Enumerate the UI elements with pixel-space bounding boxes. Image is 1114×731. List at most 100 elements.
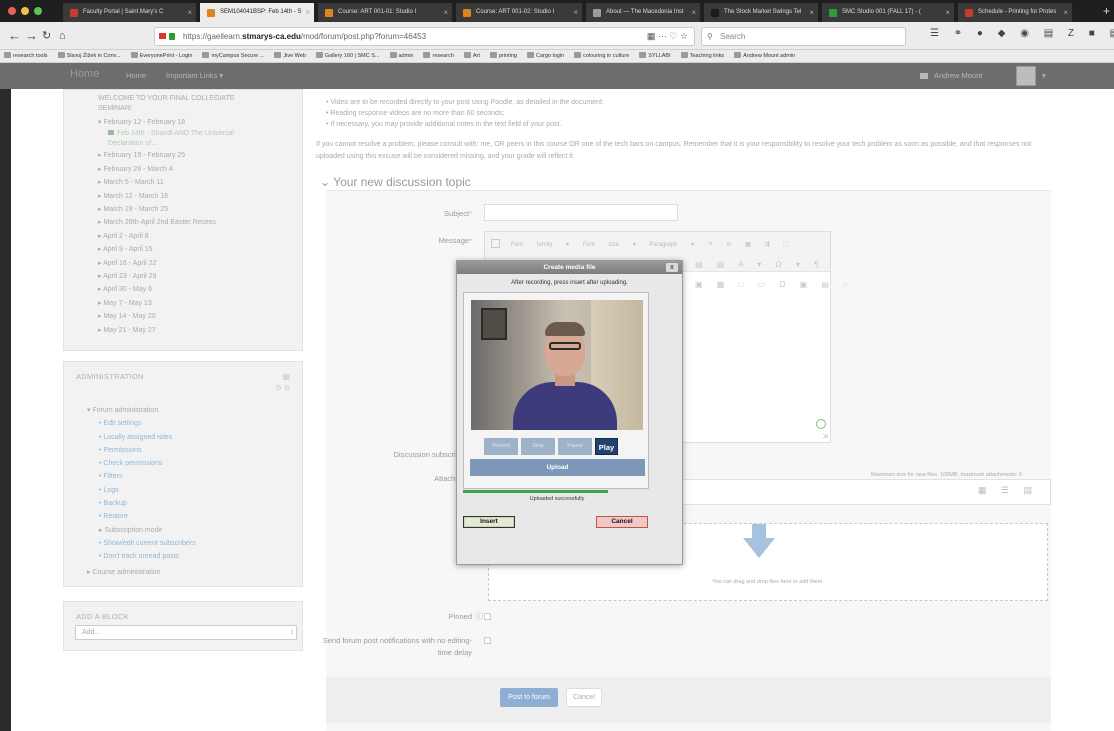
record-button[interactable]: Record — [484, 438, 518, 455]
admin-link[interactable]: • Restore — [87, 510, 287, 523]
block-actions-gear-icon[interactable]: ⚙ ⚙ — [276, 384, 291, 392]
pause-button[interactable]: Pause — [558, 438, 592, 455]
sidebar-item-week[interactable]: ▸ April 16 - April 22 — [86, 257, 286, 270]
nav-important-links[interactable]: Important Links ▾ — [166, 71, 223, 80]
sidebar-item-week[interactable]: ▸ May 14 - May 20 — [86, 310, 286, 323]
upload-button[interactable]: Upload — [470, 459, 645, 476]
tab-close-icon[interactable]: × — [187, 3, 192, 22]
help-icon[interactable]: ⓘ — [475, 611, 483, 622]
paragraph-select[interactable]: Paragraph — [649, 242, 677, 248]
url-bar[interactable]: https://gaellearn.stmarys-ca.edu/mod/for… — [154, 27, 695, 46]
bookmark-item[interactable]: printing — [489, 50, 517, 62]
bookmark-item[interactable]: Gallery 160 | SMC S... — [315, 50, 380, 62]
user-name[interactable]: Andrew Mount — [934, 71, 982, 80]
editor-toolbar-row2[interactable]: ▤ ▤ A ▾ Ω ▾ ¶ — [695, 258, 824, 272]
new-tab-button[interactable]: + — [1103, 3, 1110, 19]
admin-course-administration[interactable]: ▸ Course administration — [87, 566, 287, 579]
browser-tab[interactable]: Course: ART 001-02: Studio I × — [456, 3, 583, 22]
sidebar-item-current-forum[interactable]: Feb 14th - Shandi AND The Universal Decl… — [86, 129, 256, 149]
bookmark-item[interactable]: colouring in culture — [574, 50, 629, 62]
font-size-select[interactable]: Font size — [583, 242, 619, 248]
dialog-cancel-button[interactable]: Cancel — [596, 516, 648, 528]
notify-checkbox[interactable] — [484, 637, 491, 644]
resize-handle-icon[interactable]: ⇲ — [822, 432, 828, 440]
admin-link[interactable]: • Logs — [87, 484, 287, 497]
back-arrow-icon[interactable]: ← — [8, 28, 21, 44]
sidebar-item-week[interactable]: ▸ April 30 - May 6 — [86, 283, 286, 296]
tab-close-icon[interactable]: × — [809, 3, 814, 22]
toolbar-toggle-icon[interactable] — [491, 239, 500, 248]
sidebar-item-week[interactable]: ▸ February 19 - February 25 — [86, 149, 286, 162]
bookmark-item[interactable]: Andrew Mount admin — [734, 50, 795, 62]
dialog-close-button[interactable]: x — [666, 263, 678, 272]
browser-tab[interactable]: Faculty Portal | Saint Mary's C × — [63, 3, 197, 22]
nav-home-link[interactable]: Home — [126, 71, 146, 80]
admin-link[interactable]: • Permissions — [87, 444, 287, 457]
font-family-select[interactable]: Font family — [511, 242, 552, 248]
message-icon[interactable] — [920, 73, 928, 79]
minimize-window-dot[interactable] — [21, 7, 29, 15]
admin-link[interactable]: • Locally assigned roles — [87, 431, 287, 444]
browser-tab[interactable]: Schedule - Printing for Protes × — [958, 3, 1073, 22]
add-block-select[interactable]: Add... ↕ — [75, 625, 297, 640]
sidebar-item-week[interactable]: ▸ March 19 - March 25 — [86, 203, 286, 216]
bookmark-item[interactable]: Cargo login — [526, 50, 564, 62]
sidebar-item-current-week[interactable]: ▾ February 12 - February 18 — [86, 116, 286, 129]
site-brand[interactable]: Home — [70, 68, 99, 80]
bookmark-item[interactable]: Slavoj Žižek in Conv... — [57, 50, 121, 62]
browser-tab[interactable]: About — The Macedonia Inst × — [586, 3, 701, 22]
tab-close-icon[interactable]: × — [443, 3, 448, 22]
maximize-window-dot[interactable] — [34, 7, 42, 15]
tab-close-icon[interactable]: × — [691, 3, 696, 22]
extension-icons[interactable]: ☰ ⚭ ● ◆ ◉ ▤ Z ■ ▤ ≡ — [930, 28, 1114, 39]
stop-button[interactable]: Stop — [521, 438, 555, 455]
lock-icon[interactable] — [169, 33, 175, 40]
sidebar-item-week[interactable]: ▸ April 2 - April 8 — [86, 230, 286, 243]
section-title[interactable]: ⌄ Your new discussion topic — [320, 175, 471, 189]
tab-close-icon[interactable]: × — [573, 3, 578, 22]
tab-close-icon[interactable]: × — [1063, 3, 1068, 22]
bookmark-item[interactable]: Art — [463, 50, 480, 62]
sidebar-item-week[interactable]: ▸ April 9 - April 15 — [86, 243, 286, 256]
bookmark-item[interactable]: SYLLABI — [639, 50, 671, 62]
close-window-dot[interactable] — [8, 7, 16, 15]
reload-icon[interactable]: ↻ — [42, 28, 51, 44]
sidebar-item-week[interactable]: ▸ May 21 - May 27 — [86, 324, 286, 337]
admin-link[interactable]: • Check permissions — [87, 457, 287, 470]
pinned-checkbox[interactable] — [484, 613, 491, 620]
bookmark-item[interactable]: research tools — [4, 50, 48, 62]
admin-link[interactable]: • Don't track unread posts — [87, 550, 287, 563]
sidebar-item-week[interactable]: ▸ April 23 - April 29 — [86, 270, 286, 283]
sidebar-item-welcome[interactable]: WELCOME TO YOUR FINAL COLLEGIATE SEMINAR… — [86, 94, 256, 114]
play-button[interactable]: Play — [595, 438, 618, 455]
sidebar-item-week[interactable]: ▸ March 12 - March 18 — [86, 190, 286, 203]
editor-insert-icons[interactable]: ▣ ▦ □ ▭ Ω ▣ ▤ ○ — [695, 280, 854, 289]
subject-input[interactable] — [484, 204, 678, 221]
admin-link[interactable]: • Backup — [87, 497, 287, 510]
search-input[interactable]: ⚲ Search — [701, 27, 906, 46]
admin-link[interactable]: • Edit settings — [87, 417, 287, 430]
admin-link[interactable]: • Show/edit current subscribers — [87, 537, 287, 550]
admin-subscription-mode[interactable]: ▸ Subscription mode — [87, 524, 287, 537]
avatar[interactable] — [1016, 66, 1036, 86]
insert-button[interactable]: Insert — [463, 516, 515, 528]
bookmark-item[interactable]: Teaching links — [680, 50, 724, 62]
user-menu-chevron-icon[interactable]: ▾ — [1042, 71, 1046, 80]
bookmark-item[interactable]: EveryonePrint - Login — [130, 50, 192, 62]
bookmark-item[interactable]: Jive Web — [274, 50, 306, 62]
camera-icon[interactable] — [159, 33, 166, 39]
tab-close-icon[interactable]: × — [945, 3, 950, 22]
page-actions-icon[interactable]: ▦ ··· ♡ ☆ — [647, 28, 688, 45]
browser-tab[interactable]: Course: ART 001-01: Studio I × — [318, 3, 453, 22]
bookmark-item[interactable]: admin — [389, 50, 413, 62]
dock-icon[interactable]: ▦ — [282, 372, 290, 381]
bookmark-item[interactable]: myCampus Secure ... — [202, 50, 264, 62]
browser-tab[interactable]: SMC Studio 001 (FALL 17) - (× — [822, 3, 955, 22]
admin-link[interactable]: • Filters — [87, 470, 287, 483]
accessibility-check-icon[interactable] — [816, 419, 826, 429]
home-icon[interactable]: ⌂ — [59, 28, 66, 44]
admin-forum-heading[interactable]: ▾ Forum administration — [87, 404, 287, 417]
browser-tab[interactable]: The Stock Market Swings Tel × — [704, 3, 819, 22]
browser-tab[interactable]: SEM104041BSP: Feb 14th - S × — [200, 3, 315, 22]
bookmark-item[interactable]: research — [423, 50, 454, 62]
